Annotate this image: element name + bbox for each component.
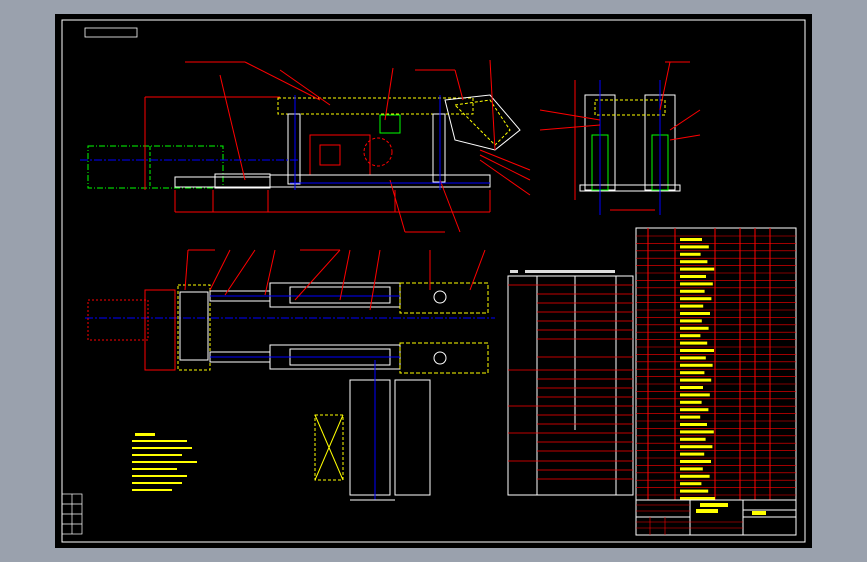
parts-row-text bbox=[680, 282, 713, 286]
parts-row-text bbox=[680, 275, 706, 278]
cad-drawing bbox=[61, 19, 806, 543]
parts-row-text bbox=[680, 467, 703, 471]
parts-row-text bbox=[680, 452, 705, 456]
technical-spec-table bbox=[507, 270, 634, 496]
parts-row-text bbox=[680, 356, 706, 360]
side-elevation-view bbox=[80, 59, 531, 233]
parts-list bbox=[635, 227, 797, 501]
parts-row-text bbox=[680, 386, 703, 389]
parts-row-text bbox=[680, 460, 711, 463]
parts-row-text bbox=[680, 482, 702, 486]
revision-block bbox=[61, 493, 83, 535]
parts-row-text bbox=[680, 378, 712, 382]
parts-row-text bbox=[680, 437, 706, 441]
parts-row-text bbox=[680, 334, 701, 338]
parts-row-text bbox=[680, 415, 701, 419]
parts-row-text bbox=[680, 349, 714, 352]
parts-row-text bbox=[680, 408, 709, 412]
parts-row-text bbox=[680, 260, 708, 264]
parts-row-text bbox=[680, 297, 712, 301]
parts-row-text bbox=[680, 267, 715, 271]
parts-row-text bbox=[680, 430, 714, 434]
parts-row-text bbox=[680, 363, 713, 367]
parts-row-text bbox=[680, 423, 707, 426]
technical-notes bbox=[132, 433, 197, 491]
parts-row-text bbox=[680, 252, 701, 256]
parts-row-text bbox=[680, 312, 710, 315]
parts-row-text bbox=[680, 400, 702, 404]
title-block bbox=[635, 499, 797, 536]
parts-row-text bbox=[680, 371, 705, 375]
parts-row-text bbox=[680, 445, 713, 449]
parts-row-text bbox=[680, 304, 704, 308]
parts-row-text bbox=[680, 474, 710, 478]
parts-row-text bbox=[680, 341, 708, 345]
end-view bbox=[539, 61, 701, 215]
parts-row-text bbox=[680, 238, 702, 241]
cad-drawing-viewport[interactable] bbox=[55, 14, 812, 548]
parts-row-text bbox=[680, 245, 709, 249]
parts-row-text bbox=[680, 319, 702, 323]
parts-row-text bbox=[680, 289, 705, 293]
parts-row-text bbox=[680, 326, 709, 330]
corner-label-box bbox=[84, 27, 138, 38]
parts-row-text bbox=[680, 393, 710, 397]
parts-row-text bbox=[680, 489, 709, 493]
